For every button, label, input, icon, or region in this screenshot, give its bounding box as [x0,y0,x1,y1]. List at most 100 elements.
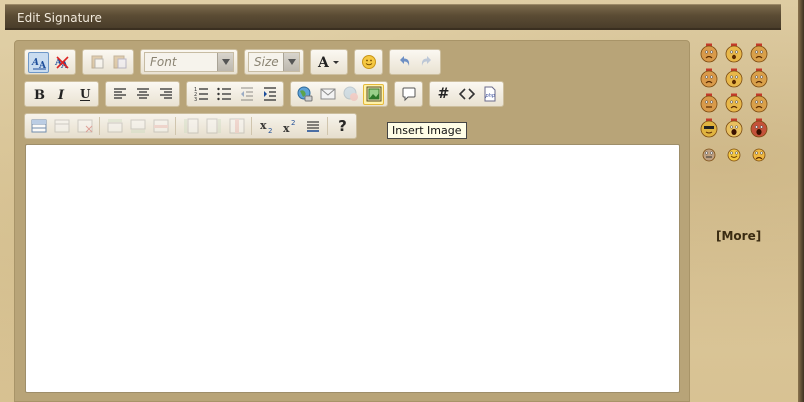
align-center-icon [136,88,149,99]
insert-table-button[interactable] [28,116,49,137]
paste-button[interactable] [86,52,107,73]
remove-link-button[interactable] [340,84,361,105]
redo-icon [421,56,431,66]
paste-text-icon [113,55,126,69]
subscript-button[interactable]: x2 [256,116,277,137]
image-icon [366,86,381,102]
align-group [105,81,180,107]
yellow-shades-face-icon[interactable] [697,117,721,139]
more-smilies-link[interactable]: [More] [716,229,761,243]
remove-formatting-button[interactable]: AA [51,52,72,73]
wrap-html-button[interactable] [456,84,477,105]
help-button[interactable]: ? [332,116,353,137]
toolbar-row-2: B I U 123 # php [24,81,510,107]
frown-small-face-icon[interactable] [747,142,771,164]
table-group: x2 x2 ? [24,113,357,139]
insert-row-above-button[interactable] [104,116,125,137]
align-right-button[interactable] [155,84,176,105]
size-group: Size [244,49,304,75]
horizontal-rule-button[interactable] [302,116,323,137]
delete-row-icon [153,119,168,133]
insert-group [290,81,388,107]
red-face-icon[interactable] [747,117,771,139]
font-color-button[interactable]: A [314,52,344,73]
sad-face-icon[interactable] [722,92,746,114]
shocked-face-icon[interactable] [722,42,746,64]
subscript-icon: x2 [260,119,272,134]
insert-image-button[interactable] [363,83,384,105]
undo-group [389,49,441,75]
worried-face-icon[interactable] [747,92,771,114]
align-center-button[interactable] [132,84,153,105]
mode-group: AA AA [24,49,76,75]
italic-button[interactable]: I [51,84,72,105]
insert-smilie-button[interactable] [358,52,379,73]
hash-label: # [437,86,450,102]
delete-table-button[interactable] [74,116,95,137]
toolbar-separator [327,117,328,135]
toolbar-separator [99,117,100,135]
email-icon [320,88,335,100]
mad-face-icon[interactable] [747,67,771,89]
delete-row-button[interactable] [150,116,171,137]
align-left-icon [113,88,126,99]
svg-text:B: B [34,88,45,102]
angry-face-icon[interactable] [747,42,771,64]
superscript-button[interactable]: x2 [279,116,300,137]
table-properties-button[interactable] [51,116,72,137]
chevron-down-icon [217,53,233,71]
font-select[interactable]: Font [144,52,234,72]
underline-button[interactable]: U [74,84,95,105]
redo-button[interactable] [416,52,437,73]
text-style-group: B I U [24,81,99,107]
cool-face-icon[interactable] [697,92,721,114]
svg-text:x: x [283,122,290,134]
frown-face-icon[interactable] [697,42,721,64]
insert-quote-button[interactable] [398,84,419,105]
delete-table-icon [77,119,92,133]
insert-col-left-button[interactable] [180,116,201,137]
size-select-label: Size [254,55,279,69]
panel-title: Edit Signature [17,11,102,25]
chevron-down-icon [283,53,299,71]
insert-email-button[interactable] [317,84,338,105]
undo-icon [399,56,409,66]
signature-editor[interactable] [25,144,680,393]
align-left-button[interactable] [109,84,130,105]
smilie-icon [361,55,376,69]
delete-col-button[interactable] [226,116,247,137]
quote-group [394,81,423,107]
rolleyes-face-icon[interactable] [697,142,721,164]
smile-face-icon[interactable] [722,142,746,164]
size-select[interactable]: Size [248,52,300,72]
font-select-label: Font [150,55,177,69]
row-above-icon [107,119,122,133]
toolbar-row-1: AA AA Font Size A [24,49,447,75]
confused-face-icon[interactable] [697,67,721,89]
insert-row-below-button[interactable] [127,116,148,137]
undo-button[interactable] [393,52,414,73]
bold-button[interactable]: B [28,84,49,105]
wrap-php-button[interactable]: php [479,84,500,105]
html-code-icon [458,88,475,100]
screaming-face-icon[interactable] [722,117,746,139]
wysiwyg-icon: AA [31,58,47,70]
surprised-face-icon[interactable] [722,67,746,89]
toolbar-separator [175,117,176,135]
unordered-list-button[interactable] [213,84,234,105]
indent-button[interactable] [259,84,280,105]
svg-text:2: 2 [291,119,295,127]
table-icon [31,119,46,133]
ordered-list-button[interactable]: 123 [190,84,211,105]
window-edge [798,0,804,402]
horizontal-rule-icon [306,121,319,132]
wrap-code-button[interactable]: # [433,84,454,105]
font-group: Font [140,49,238,75]
outdent-button[interactable] [236,84,257,105]
wysiwyg-mode-button[interactable]: AA [28,51,49,73]
insert-link-button[interactable] [294,84,315,105]
insert-col-right-button[interactable] [203,116,224,137]
paste-text-button[interactable] [109,52,130,73]
svg-text:x: x [260,119,267,132]
numbered-list-icon: 123 [194,87,208,102]
